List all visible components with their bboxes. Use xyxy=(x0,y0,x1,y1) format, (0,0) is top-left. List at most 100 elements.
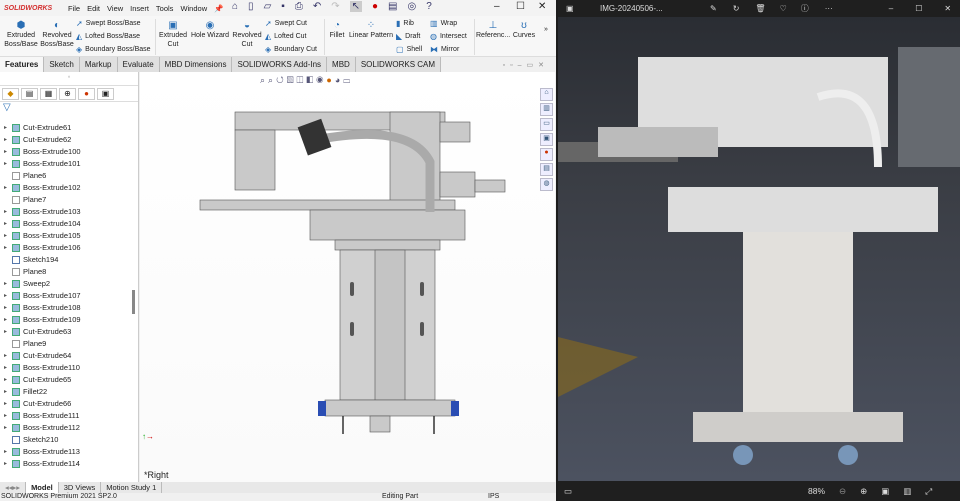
zoom-in-icon[interactable]: ⊕ xyxy=(860,486,867,497)
forum-icon[interactable]: ◍ xyxy=(540,178,553,191)
appearances-icon[interactable]: ● xyxy=(540,148,553,161)
new-icon[interactable]: ▯ xyxy=(248,1,254,12)
expand-arrow-icon[interactable]: ▸ xyxy=(4,398,9,410)
zoom-out-icon[interactable]: ⊖ xyxy=(839,486,846,497)
tab-evaluate[interactable]: Evaluate xyxy=(117,57,160,72)
reference-geometry-button[interactable]: ⊥ Referenc... xyxy=(476,20,510,40)
fillet-button[interactable]: ◔ Fillet xyxy=(326,20,348,40)
maximize-button[interactable]: ☐ xyxy=(516,1,525,12)
tree-item[interactable]: ▸ Boss-Extrude112 xyxy=(4,422,80,434)
intersect-button[interactable]: ◍ Intersect xyxy=(430,32,467,41)
revolved-cut-button[interactable]: ◒ Revolved Cut xyxy=(232,20,262,49)
tree-item[interactable]: Sketch210 xyxy=(4,434,58,446)
select-icon[interactable]: ↖ xyxy=(349,1,362,12)
tree-item[interactable]: ▸ Cut-Extrude64 xyxy=(4,350,71,362)
filter-icon[interactable]: ▽ xyxy=(0,102,138,116)
tree-item[interactable]: ▸ Boss-Extrude101 xyxy=(4,158,81,170)
tab-motion-study[interactable]: Motion Study 1 xyxy=(101,482,163,493)
configuration-manager-icon[interactable]: ▦ xyxy=(40,88,57,100)
revolved-boss-button[interactable]: ◐ Revolved Boss/Base xyxy=(39,20,75,49)
tab-cam[interactable]: SOLIDWORKS CAM xyxy=(355,57,442,72)
expand-arrow-icon[interactable]: ▸ xyxy=(4,218,9,230)
expand-arrow-icon[interactable]: ▸ xyxy=(4,278,9,290)
hole-wizard-button[interactable]: ◉ Hole Wizard xyxy=(190,20,230,40)
graphics-area[interactable]: ⌕⌕↺▧◫◧◉●◕▭ ▫▫–▭✕ ↑→ *Right xyxy=(140,62,555,482)
menu-file[interactable]: File xyxy=(68,4,80,13)
feature-manager-icon[interactable]: ◆ xyxy=(2,88,19,100)
menu-insert[interactable]: Insert xyxy=(130,4,149,13)
tree-item[interactable]: ▸ Boss-Extrude109 xyxy=(4,314,81,326)
tree-item[interactable]: ▸ Boss-Extrude111 xyxy=(4,410,79,422)
tree-item[interactable]: ▸ Cut-Extrude65 xyxy=(4,374,71,386)
nav-arrows[interactable]: ◂◂▸▸ xyxy=(0,482,27,493)
mirror-button[interactable]: ⧓ Mirror xyxy=(430,45,459,54)
home-icon[interactable]: ⌂ xyxy=(232,1,238,12)
expand-arrow-icon[interactable]: ▸ xyxy=(4,422,9,434)
draft-button[interactable]: ◣ Draft xyxy=(396,32,420,41)
expand-arrow-icon[interactable]: ▸ xyxy=(4,302,9,314)
expand-arrow-icon[interactable]: ▸ xyxy=(4,410,9,422)
tree-item[interactable]: ▸ Boss-Extrude110 xyxy=(4,362,80,374)
tab-model[interactable]: Model xyxy=(26,482,59,493)
expand-arrow-icon[interactable]: ▸ xyxy=(4,230,9,242)
open-icon[interactable]: ▱ xyxy=(264,1,272,12)
tree-item[interactable]: ▸ Boss-Extrude100 xyxy=(4,146,81,158)
tree-item[interactable]: ▸ Boss-Extrude107 xyxy=(4,290,81,302)
tab-mbd-dimensions[interactable]: MBD Dimensions xyxy=(159,57,233,72)
units-selector[interactable]: IPS xyxy=(488,493,499,501)
menu-tools[interactable]: Tools xyxy=(156,4,174,13)
expand-arrow-icon[interactable]: ▸ xyxy=(4,362,9,374)
expand-arrow-icon[interactable]: ▸ xyxy=(4,146,9,158)
info-icon[interactable]: ⓘ xyxy=(801,3,809,14)
tree-scrollbar[interactable] xyxy=(132,290,135,314)
tab-3d-views[interactable]: 3D Views xyxy=(59,482,102,493)
tab-features[interactable]: Features xyxy=(0,57,45,72)
tree-item[interactable]: ▸ Boss-Extrude103 xyxy=(4,206,81,218)
expand-arrow-icon[interactable]: ▸ xyxy=(4,314,9,326)
tree-item[interactable]: ▸ Sweep2 xyxy=(4,278,50,290)
filmstrip-icon[interactable]: ▭ xyxy=(564,486,572,497)
lofted-cut-button[interactable]: ◭ Lofted Cut xyxy=(265,32,306,41)
tree-item[interactable]: ▸ Boss-Extrude105 xyxy=(4,230,81,242)
tree-item[interactable]: ▸ Boss-Extrude102 xyxy=(4,182,81,194)
tab-mbd[interactable]: MBD xyxy=(327,57,356,72)
pv-close-button[interactable]: ✕ xyxy=(944,4,951,13)
lofted-boss-button[interactable]: ◭ Lofted Boss/Base xyxy=(76,32,140,41)
tree-item[interactable]: Plane7 xyxy=(4,194,46,206)
expand-arrow-icon[interactable]: ▸ xyxy=(4,326,9,338)
tree-item[interactable]: ▸ Boss-Extrude104 xyxy=(4,218,81,230)
pin-icon[interactable]: 📌 xyxy=(214,4,223,13)
fit-icon[interactable]: ▥ xyxy=(903,486,911,497)
tree-item[interactable]: ▸ Cut-Extrude61 xyxy=(4,122,71,134)
design-library-icon[interactable]: ▥ xyxy=(540,103,553,116)
expand-arrow-icon[interactable]: ▸ xyxy=(4,290,9,302)
expand-arrow-icon[interactable]: ▸ xyxy=(4,374,9,386)
save-icon[interactable]: ▪ xyxy=(281,1,285,12)
help-icon[interactable]: ? xyxy=(426,1,432,12)
tree-item[interactable]: ▸ Boss-Extrude106 xyxy=(4,242,81,254)
shell-button[interactable]: ▢ Shell xyxy=(396,45,422,54)
tree-item[interactable]: Sketch194 xyxy=(4,254,58,266)
view-palette-icon[interactable]: ▣ xyxy=(540,133,553,146)
delete-icon[interactable]: 🗑 xyxy=(755,4,765,13)
fullscreen-icon[interactable]: ⤢ xyxy=(925,486,932,497)
rotate-icon[interactable]: ↻ xyxy=(733,4,740,13)
expand-arrow-icon[interactable]: ▸ xyxy=(4,206,9,218)
tree-item[interactable]: ▸ Boss-Extrude108 xyxy=(4,302,81,314)
redo-icon[interactable]: ↷ xyxy=(331,1,339,12)
custom-properties-icon[interactable]: ▤ xyxy=(540,163,553,176)
boundary-boss-button[interactable]: ◈ Boundary Boss/Base xyxy=(76,45,151,54)
file-explorer-icon[interactable]: ▭ xyxy=(540,118,553,131)
swept-cut-button[interactable]: ➚ Swept Cut xyxy=(265,19,307,28)
tree-item[interactable]: Plane9 xyxy=(4,338,46,350)
options-icon[interactable]: ▤ xyxy=(388,1,397,12)
tree-item[interactable]: ▸ Cut-Extrude66 xyxy=(4,398,71,410)
menu-edit[interactable]: Edit xyxy=(87,4,100,13)
tree-item[interactable]: ▸ Fillet22 xyxy=(4,386,47,398)
expand-arrow-icon[interactable]: ▸ xyxy=(4,446,9,458)
undo-icon[interactable]: ↶ xyxy=(313,1,321,12)
tab-sketch[interactable]: Sketch xyxy=(44,57,80,72)
rebuild-icon[interactable]: ● xyxy=(372,1,378,12)
menu-window[interactable]: Window xyxy=(180,4,207,13)
expand-arrow-icon[interactable]: ▸ xyxy=(4,350,9,362)
